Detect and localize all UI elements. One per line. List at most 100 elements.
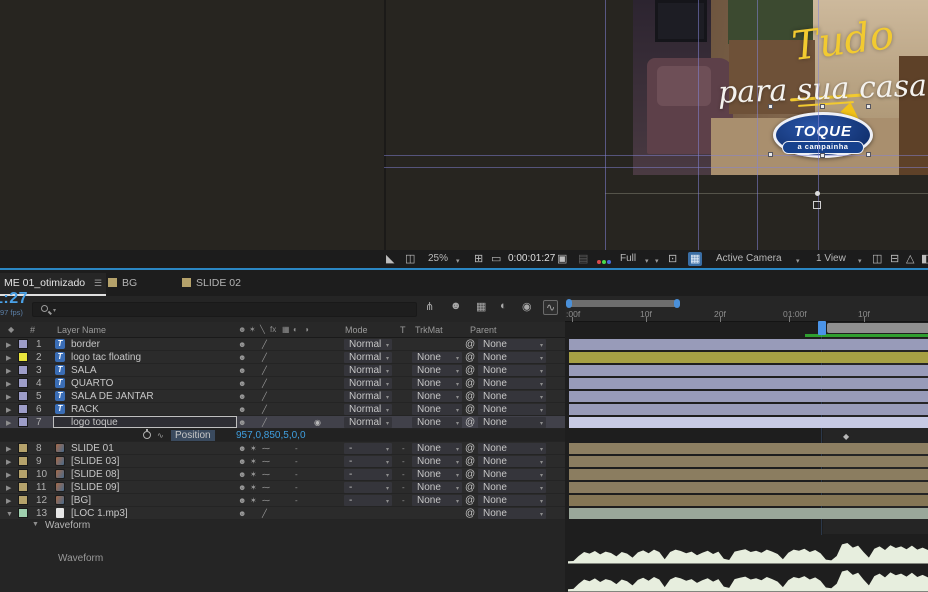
timeline-button-icon[interactable]: ◧ bbox=[921, 252, 928, 266]
camera-view-caret-icon[interactable]: ▾ bbox=[796, 255, 800, 269]
parent-dropdown[interactable]: None▾ bbox=[478, 456, 546, 467]
quality-switch-icon[interactable]: ╱ bbox=[262, 339, 267, 350]
layer-duration-bar-11[interactable] bbox=[569, 482, 928, 493]
show-snapshot-icon[interactable]: ▤ bbox=[578, 252, 588, 266]
trkmat-dropdown[interactable]: None▾ bbox=[412, 378, 462, 389]
current-time-display[interactable]: 1:27 bbox=[0, 290, 28, 308]
always-preview-icon[interactable]: ◫ bbox=[405, 252, 415, 266]
twirl-right-icon[interactable]: ▶ bbox=[6, 457, 11, 468]
trkmat-dropdown[interactable]: None▾ bbox=[412, 482, 462, 493]
layer-row-5[interactable]: ▶5TSALA DE JANTAR☻╱Normal▾None▾@None▾ bbox=[0, 390, 565, 403]
motion-blur-toggle-icon[interactable]: ◐ bbox=[500, 300, 507, 312]
layer-color-swatch[interactable] bbox=[18, 495, 28, 505]
parent-pickwhip-icon[interactable]: @ bbox=[465, 508, 475, 519]
motion-blur-switch[interactable]: - bbox=[295, 456, 298, 467]
search-caret-icon[interactable]: ▾ bbox=[53, 307, 56, 314]
position-value[interactable]: 957,0,850,5,0,0 bbox=[236, 430, 306, 441]
motion-blur-switch-icon[interactable]: ◉ bbox=[314, 417, 321, 428]
layer-duration-bar-8[interactable] bbox=[569, 443, 928, 454]
quality-switch-icon[interactable]: ╱ bbox=[262, 417, 267, 428]
twirl-right-icon[interactable]: ▶ bbox=[6, 405, 11, 416]
guide-vertical[interactable] bbox=[698, 0, 699, 250]
shy-switch-icon[interactable]: ☻ bbox=[238, 352, 246, 363]
parent-dropdown[interactable]: None▾ bbox=[478, 482, 546, 493]
panel-divider[interactable] bbox=[0, 268, 928, 270]
region-of-interest-icon[interactable]: ⊡ bbox=[668, 252, 677, 266]
parent-pickwhip-icon[interactable]: @ bbox=[465, 352, 475, 363]
layer-row-1[interactable]: ▶1Tborder☻╱Normal▾@None▾ bbox=[0, 338, 565, 351]
mode-dropdown[interactable]: -▾ bbox=[344, 469, 392, 480]
trkmat-dropdown[interactable]: None▾ bbox=[412, 365, 462, 376]
anchor-point[interactable] bbox=[815, 191, 820, 196]
layer-duration-bar-1[interactable] bbox=[569, 339, 928, 350]
layer-name[interactable]: [SLIDE 03] bbox=[71, 456, 119, 467]
layer-color-swatch[interactable] bbox=[18, 469, 28, 479]
trkmat-dropdown[interactable]: None▾ bbox=[412, 456, 462, 467]
frame-blend-icon[interactable]: ▦ bbox=[282, 325, 290, 334]
parent-dropdown[interactable]: None▾ bbox=[478, 495, 546, 506]
mask-visibility-icon[interactable]: ▭ bbox=[491, 252, 501, 266]
collapse-switch-icon[interactable]: ✶ bbox=[250, 469, 257, 480]
motion-blur-switch[interactable]: - bbox=[295, 469, 298, 480]
twirl-right-icon[interactable]: ▶ bbox=[6, 418, 11, 429]
position-property-row[interactable]: ∿Position957,0,850,5,0,0 bbox=[0, 429, 565, 442]
shy-switch-icon[interactable]: ☻ bbox=[238, 456, 246, 467]
resolution-value[interactable]: Full bbox=[620, 252, 636, 266]
toque-logo[interactable]: TOQUE a campainha bbox=[773, 112, 873, 158]
selection-handle[interactable] bbox=[866, 152, 871, 157]
label-color-column-icon[interactable]: ◆ bbox=[8, 325, 14, 334]
parent-pickwhip-icon[interactable]: @ bbox=[465, 469, 475, 480]
mode-dropdown[interactable]: Normal▾ bbox=[344, 352, 392, 363]
parent-dropdown[interactable]: None▾ bbox=[478, 378, 546, 389]
selection-handle[interactable] bbox=[768, 152, 773, 157]
quality-switch-icon[interactable]: ╱ bbox=[262, 404, 267, 415]
preserve-transparency-switch[interactable]: - bbox=[402, 482, 405, 493]
layer-duration-bar-3[interactable] bbox=[569, 365, 928, 376]
layer-row-11[interactable]: ▶11[SLIDE 09]☻✶⁓---▾None▾@None▾ bbox=[0, 481, 565, 494]
guide-vertical[interactable] bbox=[757, 0, 758, 250]
layer-color-swatch[interactable] bbox=[18, 391, 28, 401]
snapshot-icon[interactable]: ▣ bbox=[557, 252, 567, 266]
parent-dropdown[interactable]: None▾ bbox=[478, 339, 546, 350]
layer-row-2[interactable]: ▶2Tlogo tac floating☻╱Normal▾None▾@None▾ bbox=[0, 351, 565, 364]
shy-switch-icon[interactable]: ☻ bbox=[238, 378, 246, 389]
layer-name[interactable]: logo toque bbox=[71, 417, 118, 428]
selection-handle[interactable] bbox=[768, 104, 773, 109]
parent-pickwhip-icon[interactable]: @ bbox=[465, 495, 475, 506]
twirl-right-icon[interactable]: ▶ bbox=[6, 470, 11, 481]
selection-handle[interactable] bbox=[866, 104, 871, 109]
shy-switch-icon[interactable]: ☻ bbox=[238, 443, 246, 454]
quality-switch-icon[interactable]: ╱ bbox=[262, 352, 267, 363]
column-trkmat[interactable]: TrkMat bbox=[415, 325, 443, 335]
composition-mini-flowchart-icon[interactable]: ⋔ bbox=[425, 300, 434, 313]
layer-row-13[interactable]: ▼13[LOC 1.mp3]☻╱@None▾ bbox=[0, 507, 565, 520]
camera-view-value[interactable]: Active Camera bbox=[716, 252, 782, 266]
motion-blur-switch[interactable]: - bbox=[295, 495, 298, 506]
trkmat-dropdown[interactable]: None▾ bbox=[412, 417, 462, 428]
shy-switch-icon[interactable]: ☻ bbox=[238, 365, 246, 376]
layer-row-3[interactable]: ▶3TSALA☻╱Normal▾None▾@None▾ bbox=[0, 364, 565, 377]
trkmat-dropdown[interactable]: None▾ bbox=[412, 469, 462, 480]
parent-pickwhip-icon[interactable]: @ bbox=[465, 391, 475, 402]
parent-pickwhip-icon[interactable]: @ bbox=[465, 443, 475, 454]
stopwatch-icon[interactable] bbox=[143, 431, 151, 439]
layer-name[interactable]: RACK bbox=[71, 404, 99, 415]
current-time-indicator[interactable] bbox=[818, 321, 826, 335]
parent-dropdown[interactable]: None▾ bbox=[478, 417, 546, 428]
layer-color-swatch[interactable] bbox=[18, 378, 28, 388]
collapse-icon[interactable]: ✶ bbox=[249, 325, 256, 334]
pixel-aspect-icon[interactable]: ◫ bbox=[872, 252, 882, 266]
shy-switch-icon[interactable]: ☻ bbox=[238, 417, 246, 428]
parent-dropdown[interactable]: None▾ bbox=[478, 508, 546, 519]
quality-switch-icon[interactable]: ⁓ bbox=[262, 495, 270, 506]
layer-name[interactable]: [SLIDE 08] bbox=[71, 469, 119, 480]
trkmat-dropdown[interactable]: None▾ bbox=[412, 443, 462, 454]
trkmat-dropdown[interactable]: None▾ bbox=[412, 391, 462, 402]
parent-pickwhip-icon[interactable]: @ bbox=[465, 339, 475, 350]
quality-switch-icon[interactable]: ⁓ bbox=[262, 443, 270, 454]
mode-dropdown[interactable]: -▾ bbox=[344, 482, 392, 493]
tab-menu-icon[interactable]: ☰ bbox=[94, 278, 102, 288]
preserve-transparency-switch[interactable]: - bbox=[402, 443, 405, 454]
twirl-down-icon[interactable]: ▼ bbox=[6, 509, 13, 520]
motion-blur-icon[interactable]: ◐ bbox=[293, 325, 298, 334]
